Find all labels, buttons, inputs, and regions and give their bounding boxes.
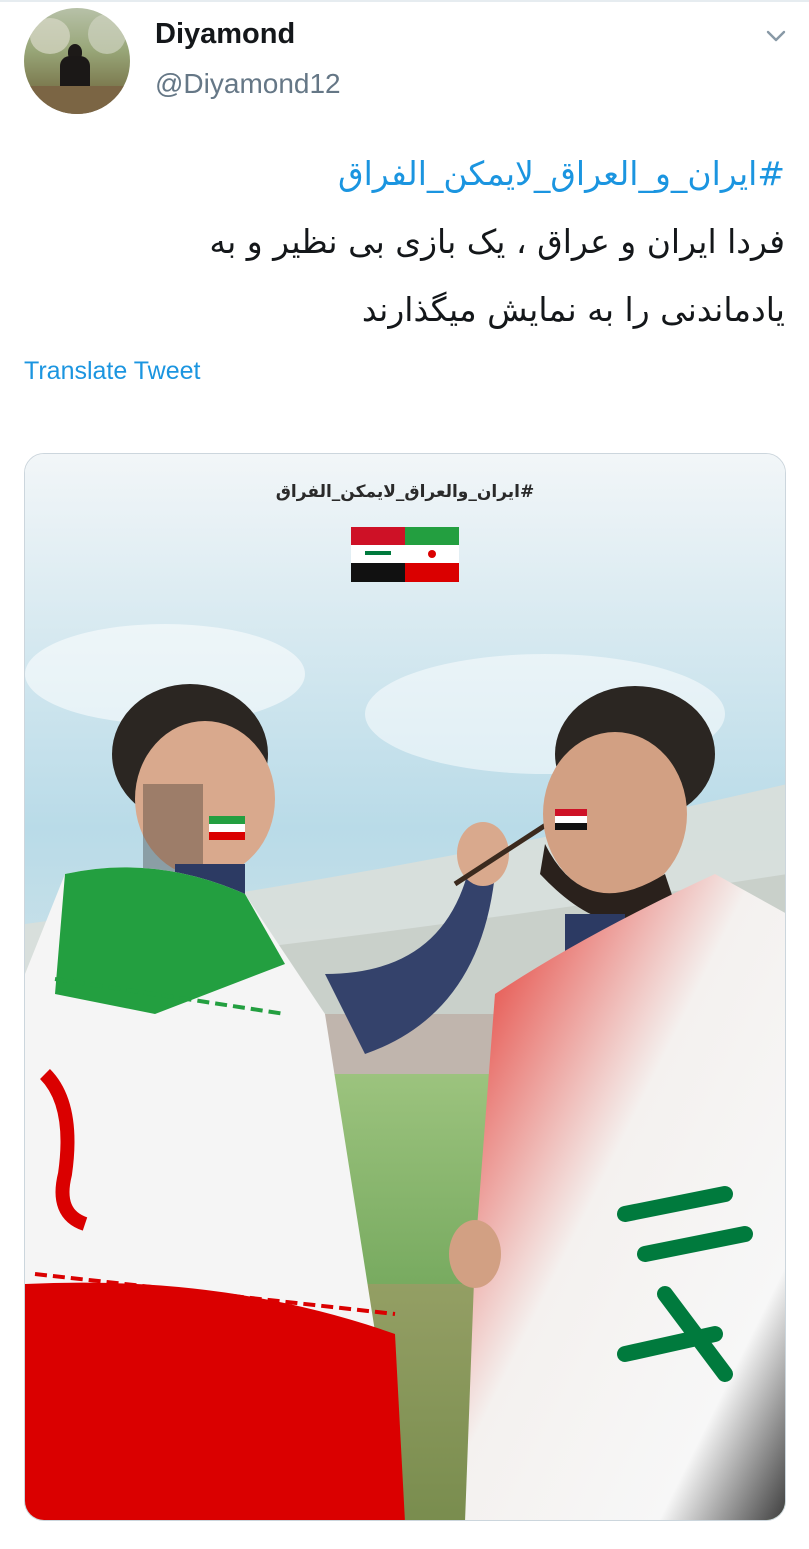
tweet-media-image[interactable]: #ایران_والعراق_لایمکن_الفراق <box>24 453 786 1521</box>
display-name[interactable]: Diyamond <box>155 18 295 51</box>
top-divider <box>0 0 809 2</box>
poster-illustration <box>25 454 785 1520</box>
translate-tweet-link[interactable]: Translate Tweet <box>24 357 200 386</box>
avatar[interactable] <box>24 8 130 114</box>
flags-badge-icon <box>351 527 459 582</box>
poster-hashtag: #ایران_والعراق_لایمکن_الفراق <box>275 482 535 502</box>
tweet-line-2: یادماندنی را به نمایش میگذارند <box>361 290 785 329</box>
hashtag-link[interactable]: #ایران_و_العراق_لایمکن_الفراق <box>85 140 785 208</box>
tweet-text: #ایران_و_العراق_لایمکن_الفراق فردا ایران… <box>85 140 785 344</box>
chevron-down-icon[interactable] <box>764 24 788 48</box>
tweet-line-1: فردا ایران و عراق ، یک بازی بی نظیر و به <box>209 222 785 261</box>
user-handle[interactable]: @Diyamond12 <box>155 68 341 100</box>
